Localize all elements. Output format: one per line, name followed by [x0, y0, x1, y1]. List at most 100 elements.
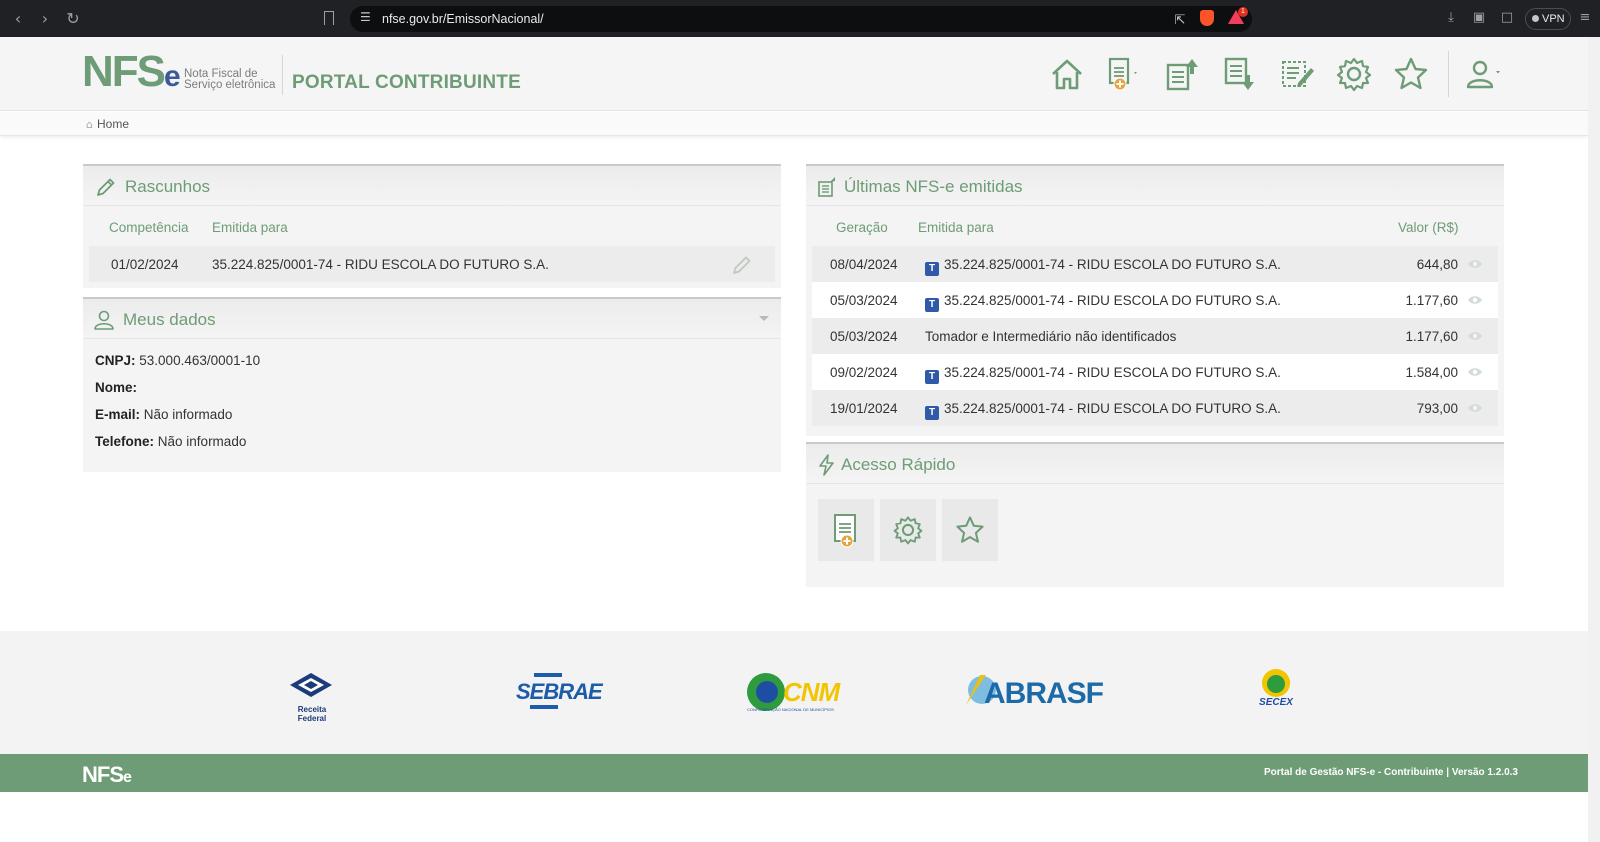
- valor-cell: 793,00: [1416, 401, 1458, 416]
- lightning-icon: [819, 454, 834, 476]
- nome-field: Nome:: [95, 380, 137, 395]
- sebrae-text: SEBRAE: [516, 679, 603, 704]
- cnm-text: CNM: [783, 677, 840, 707]
- cnm-logo[interactable]: CNM CONFEDERAÇÃO NACIONAL DE MUNICÍPIOS: [747, 671, 841, 715]
- tomador-badge: T: [925, 298, 939, 312]
- abrasf-logo[interactable]: ABRASF: [962, 671, 1112, 715]
- home-icon[interactable]: [1048, 55, 1086, 93]
- emitida-para-cell: T 35.224.825/0001-74 - RIDU ESCOLA DO FUT…: [925, 365, 1281, 384]
- logo-text: NFS: [82, 47, 166, 96]
- new-nfse-icon: [834, 514, 856, 548]
- quick-new-nfse-button[interactable]: [818, 499, 874, 561]
- cnpj-label: CNPJ:: [95, 353, 136, 368]
- table-row[interactable]: 19/01/2024 T 35.224.825/0001-74 - RIDU ES…: [812, 390, 1498, 426]
- valor-cell: 1.584,00: [1405, 365, 1458, 380]
- user-icon[interactable]: [1464, 55, 1502, 93]
- meus-dados-header[interactable]: Meus dados: [83, 299, 781, 339]
- emitida-para-text: 35.224.825/0001-74 - RIDU ESCOLA DO FUTU…: [944, 257, 1281, 272]
- scrollbar[interactable]: [1588, 37, 1600, 842]
- new-nfse-icon[interactable]: [1104, 55, 1142, 93]
- favorites-star-icon[interactable]: [1392, 55, 1430, 93]
- forward-icon[interactable]: ›: [35, 9, 55, 29]
- brave-shield-icon[interactable]: [1200, 10, 1214, 26]
- sebrae-logo[interactable]: SEBRAE: [516, 671, 603, 711]
- ultimas-header: Últimas NFS-e emitidas: [806, 166, 1504, 206]
- wallet-icon[interactable]: □: [1499, 10, 1515, 26]
- col-valor: Valor (R$): [1398, 220, 1459, 235]
- received-download-icon[interactable]: [1220, 55, 1258, 93]
- chevron-down-icon[interactable]: [759, 316, 769, 321]
- share-icon[interactable]: ⇱: [1172, 13, 1188, 29]
- browser-toolbar: ‹ › ↻ ☰ nfse.gov.br/EmissorNacional/ ⇱ 1…: [0, 0, 1600, 37]
- vpn-button[interactable]: VPN: [1525, 8, 1571, 30]
- email-field: E-mail: Não informado: [95, 407, 232, 422]
- cnpj-field: CNPJ: 53.000.463/0001-10: [95, 353, 260, 368]
- view-eye-icon[interactable]: [1467, 331, 1483, 341]
- edit-draft-icon[interactable]: [731, 254, 753, 276]
- tomador-badge: T: [925, 262, 939, 276]
- bookmark-icon[interactable]: [324, 11, 334, 25]
- favorites-star-icon: [956, 516, 984, 543]
- settings-gear-icon[interactable]: [1335, 55, 1373, 93]
- documents-icon: [818, 177, 835, 197]
- breadcrumb-home-link[interactable]: Home: [97, 117, 129, 131]
- footer-logo-text: NFS: [82, 762, 124, 787]
- issued-upload-icon[interactable]: [1162, 55, 1200, 93]
- breadcrumb: ⌂ Home: [86, 117, 129, 131]
- view-eye-icon[interactable]: [1467, 259, 1483, 269]
- menu-icon[interactable]: ≡: [1577, 10, 1593, 26]
- page: NFSe Nota Fiscal de Serviço eletrônica P…: [0, 37, 1588, 842]
- download-icon[interactable]: ⤓: [1443, 10, 1459, 26]
- pencil-icon: [97, 178, 115, 196]
- ultimas-title: Últimas NFS-e emitidas: [844, 177, 1023, 196]
- edit-list-icon[interactable]: [1278, 55, 1316, 93]
- valor-cell: 1.177,60: [1405, 329, 1458, 344]
- meus-dados-title: Meus dados: [123, 310, 216, 329]
- meus-dados-panel: Meus dados CNPJ: 53.000.463/0001-10 Nome…: [83, 297, 781, 472]
- url-text: nfse.gov.br/EmissorNacional/: [382, 12, 544, 26]
- geracao-cell: 19/01/2024: [830, 401, 898, 416]
- receita-federal-logo[interactable]: Receita Federal: [284, 671, 340, 723]
- col-competencia: Competência: [109, 220, 189, 235]
- acesso-rapido-header: Acesso Rápido: [806, 444, 1504, 484]
- site-info-icon[interactable]: ☰: [360, 10, 371, 24]
- table-row[interactable]: 01/02/2024 35.224.825/0001-74 - RIDU ESC…: [89, 246, 775, 282]
- footer-bar: NFSe Portal de Gestão NFS-e - Contribuin…: [0, 754, 1588, 792]
- geracao-cell: 09/02/2024: [830, 365, 898, 380]
- table-row[interactable]: 05/03/2024 T 35.224.825/0001-74 - RIDU ES…: [812, 282, 1498, 318]
- footer-logo[interactable]: NFSe: [82, 762, 132, 788]
- table-row[interactable]: 09/02/2024 T 35.224.825/0001-74 - RIDU ES…: [812, 354, 1498, 390]
- view-eye-icon[interactable]: [1467, 367, 1483, 377]
- quick-settings-button[interactable]: [880, 499, 936, 561]
- back-icon[interactable]: ‹: [8, 9, 28, 29]
- address-bar[interactable]: ☰ nfse.gov.br/EmissorNacional/ ⇱: [350, 6, 1252, 32]
- settings-gear-icon: [893, 516, 923, 545]
- cnpj-value: 53.000.463/0001-10: [139, 353, 261, 368]
- site-header: NFSe Nota Fiscal de Serviço eletrônica P…: [0, 37, 1588, 111]
- emitida-para-cell: Tomador e Intermediário não identificado…: [925, 329, 1177, 344]
- secex-text: SECEX: [1259, 697, 1293, 708]
- view-eye-icon[interactable]: [1467, 295, 1483, 305]
- emitida-para-text: 35.224.825/0001-74 - RIDU ESCOLA DO FUTU…: [944, 365, 1281, 380]
- quick-favorites-button[interactable]: [942, 499, 998, 561]
- footer-logo-e: e: [123, 769, 132, 786]
- telefone-label: Telefone:: [95, 434, 155, 449]
- logo-divider: [282, 55, 283, 95]
- view-eye-icon[interactable]: [1467, 403, 1483, 413]
- rascunhos-header: Rascunhos: [83, 166, 781, 206]
- vpn-label: VPN: [1542, 13, 1565, 25]
- telefone-field: Telefone: Não informado: [95, 434, 246, 449]
- col-emitida-para: Emitida para: [918, 220, 994, 235]
- table-row[interactable]: 05/03/2024 Tomador e Intermediário não i…: [812, 318, 1498, 354]
- sidebar-icon[interactable]: ▣: [1471, 10, 1487, 26]
- emitida-para-cell: T 35.224.825/0001-74 - RIDU ESCOLA DO FUT…: [925, 257, 1281, 276]
- reload-icon[interactable]: ↻: [63, 9, 83, 29]
- emitida-para-cell: 35.224.825/0001-74 - RIDU ESCOLA DO FUTU…: [212, 257, 549, 272]
- logo-subtitle: Nota Fiscal de Serviço eletrônica: [184, 68, 284, 91]
- telefone-value: Não informado: [157, 434, 247, 449]
- geracao-cell: 05/03/2024: [830, 329, 898, 344]
- secex-logo[interactable]: SECEX: [1248, 669, 1304, 715]
- home-small-icon: ⌂: [86, 118, 93, 131]
- table-row[interactable]: 08/04/2024 T 35.224.825/0001-74 - RIDU ES…: [812, 246, 1498, 282]
- col-geracao: Geração: [836, 220, 888, 235]
